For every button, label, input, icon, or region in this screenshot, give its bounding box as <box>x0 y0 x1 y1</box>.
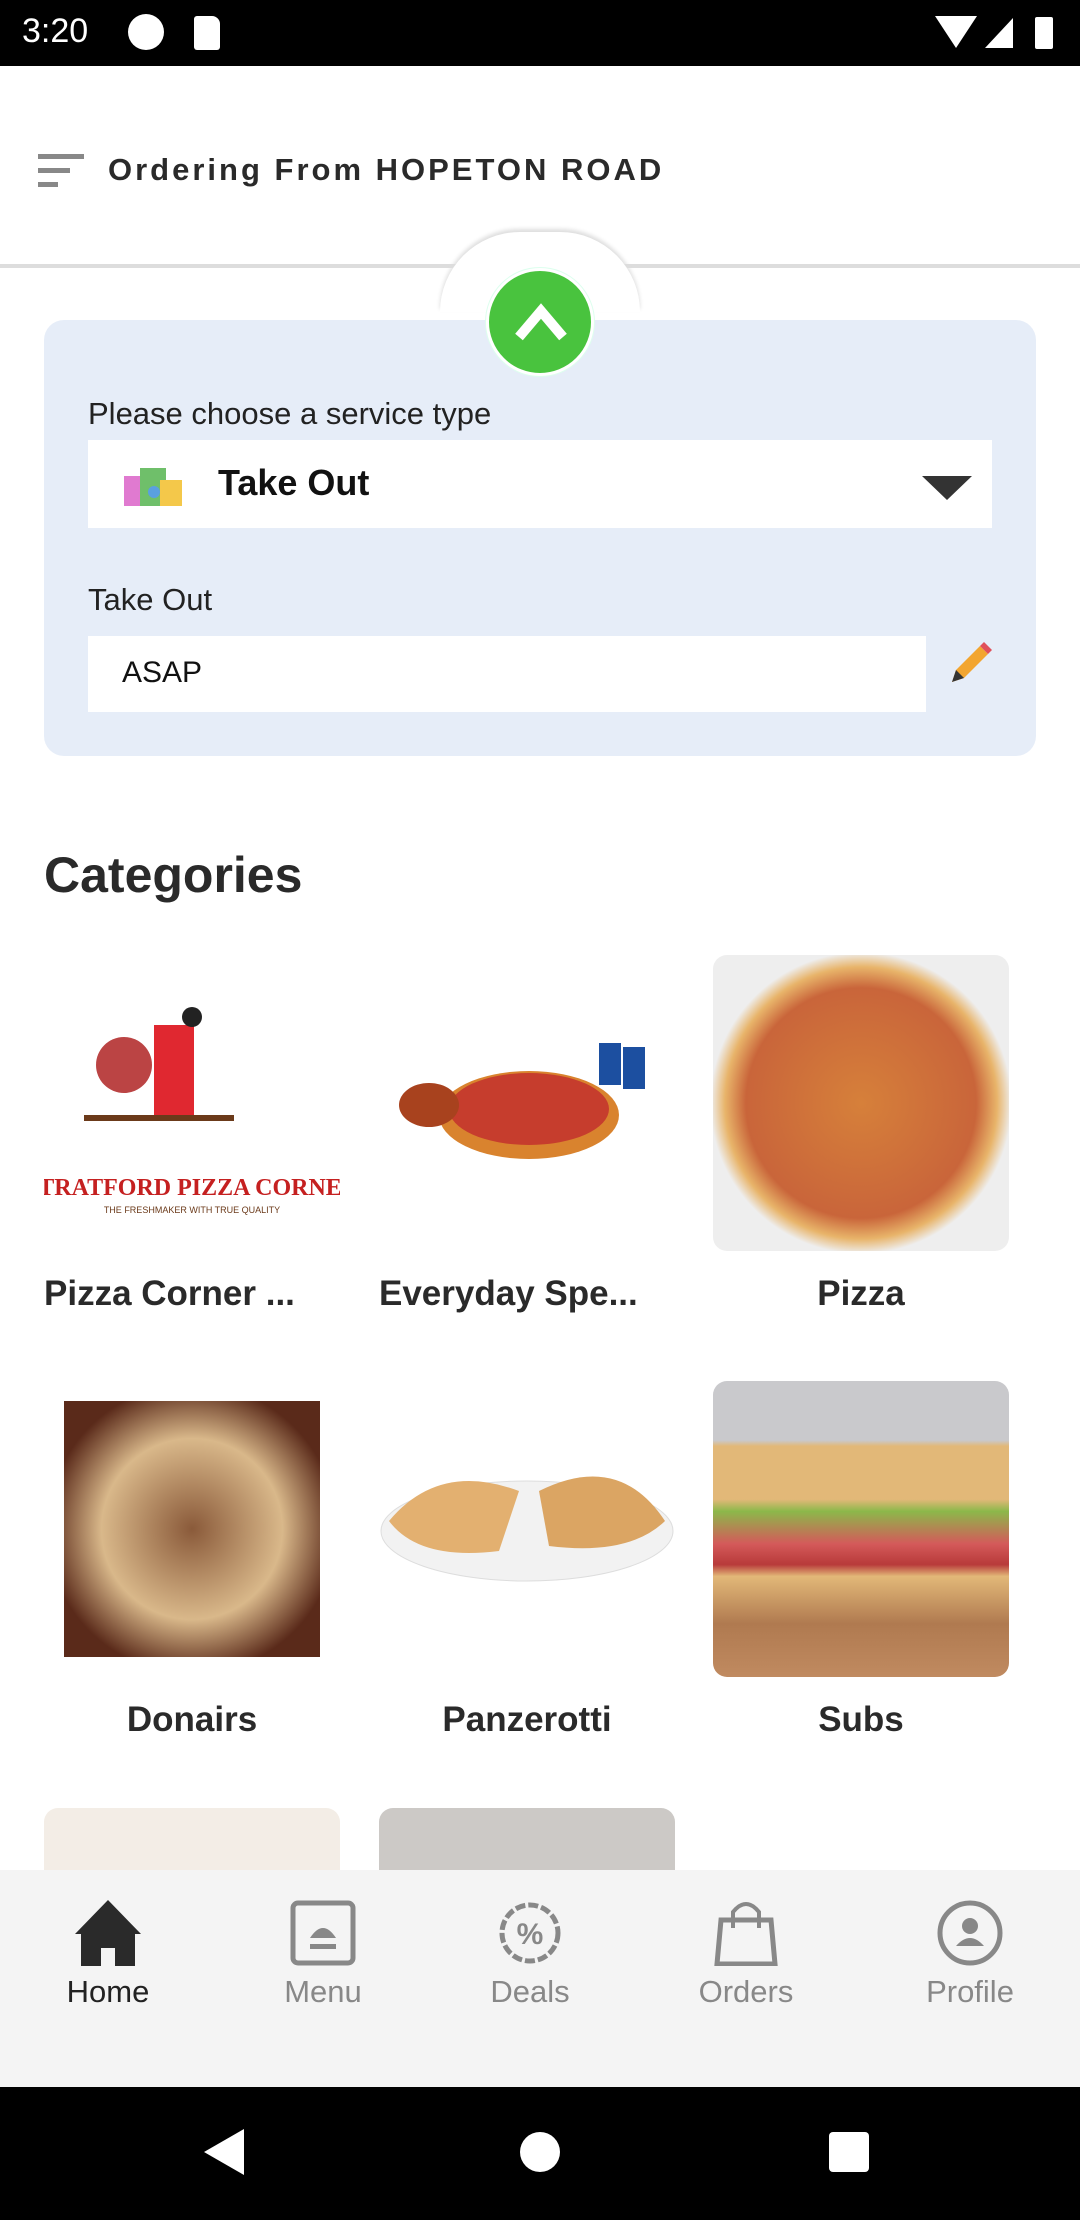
nav-menu[interactable]: Menu <box>233 1900 413 2010</box>
category-image-everyday-specials[interactable] <box>379 955 675 1251</box>
pizza-wings-drinks-image <box>399 1043 645 1159</box>
donair-image <box>64 1401 320 1657</box>
svg-text:%: % <box>517 1918 544 1951</box>
chevron-up-icon <box>515 303 567 341</box>
notification-icon <box>128 14 164 50</box>
time-label: Take Out <box>88 582 213 617</box>
deals-badge-icon: % <box>499 1902 561 1964</box>
service-type-value: Take Out <box>218 462 370 503</box>
stratford-pizza-corner-logo: STRATFORD PIZZA CORNER THE FRESHMAKER WIT… <box>44 1007 340 1215</box>
home-icon <box>75 1900 141 1966</box>
service-type-label: Please choose a service type <box>88 396 492 431</box>
collapse-button[interactable] <box>486 268 594 376</box>
category-label[interactable]: Subs <box>713 1700 1009 1740</box>
category-label[interactable]: Pizza <box>713 1274 1009 1314</box>
header-title: Ordering From HOPETON ROAD <box>108 152 665 187</box>
nav-profile[interactable]: Profile <box>880 1900 1060 2010</box>
nav-label: Home <box>66 1974 150 2009</box>
time-value: ASAP <box>122 656 203 689</box>
category-image-donairs[interactable] <box>44 1381 340 1677</box>
status-bar: 3:20 <box>0 0 1080 66</box>
service-card: Please choose a service type Take Out Ta… <box>44 320 1036 756</box>
categories-title: Categories <box>44 847 303 903</box>
home-circle-icon[interactable] <box>518 2130 562 2174</box>
nav-label: Orders <box>698 1974 794 2009</box>
category-image-pizza[interactable] <box>713 955 1009 1251</box>
category-image-panzerotti[interactable] <box>379 1381 675 1677</box>
recents-icon[interactable] <box>828 2131 870 2173</box>
system-nav-bar <box>0 2087 1080 2220</box>
category-image-pizza-corner[interactable]: STRATFORD PIZZA CORNER THE FRESHMAKER WIT… <box>44 955 340 1251</box>
category-image-subs[interactable] <box>713 1381 1009 1677</box>
bottom-nav: Home Menu % Deals Orders Profile <box>0 1870 1080 2087</box>
profile-icon <box>937 1900 1003 1966</box>
category-label[interactable]: Donairs <box>44 1700 340 1740</box>
menu-drawer-icon[interactable] <box>38 154 84 188</box>
wifi-signal-battery-icons <box>935 16 1053 49</box>
category-label[interactable]: Pizza Corner ... <box>44 1274 340 1314</box>
category-label[interactable]: Panzerotti <box>379 1700 675 1740</box>
category-label[interactable]: Everyday Spe... <box>379 1274 675 1314</box>
nav-home[interactable]: Home <box>18 1900 198 2010</box>
service-type-dropdown[interactable]: Take Out <box>88 440 992 528</box>
status-time: 3:20 <box>22 12 89 50</box>
svg-text:STRATFORD PIZZA CORNER: STRATFORD PIZZA CORNER <box>44 1175 340 1201</box>
nav-label: Menu <box>284 1974 362 2009</box>
shopping-bag-icon <box>714 1902 778 1966</box>
shopping-bags-icon <box>124 468 182 506</box>
nav-label: Deals <box>490 1974 570 2009</box>
edit-pencil-icon[interactable] <box>946 642 992 688</box>
nav-label: Profile <box>926 1974 1014 2009</box>
menu-cloche-icon <box>290 1900 356 1966</box>
sd-card-icon <box>194 16 220 50</box>
dropdown-arrow-icon[interactable] <box>922 476 972 500</box>
nav-deals[interactable]: % Deals <box>440 1900 620 2010</box>
svg-text:THE FRESHMAKER WITH TRUE QUALI: THE FRESHMAKER WITH TRUE QUALITY <box>104 1205 280 1215</box>
nav-orders[interactable]: Orders <box>656 1900 836 2010</box>
time-field[interactable]: ASAP <box>88 636 926 712</box>
panzerotti-image <box>380 1476 674 1582</box>
back-icon[interactable] <box>204 2129 246 2175</box>
